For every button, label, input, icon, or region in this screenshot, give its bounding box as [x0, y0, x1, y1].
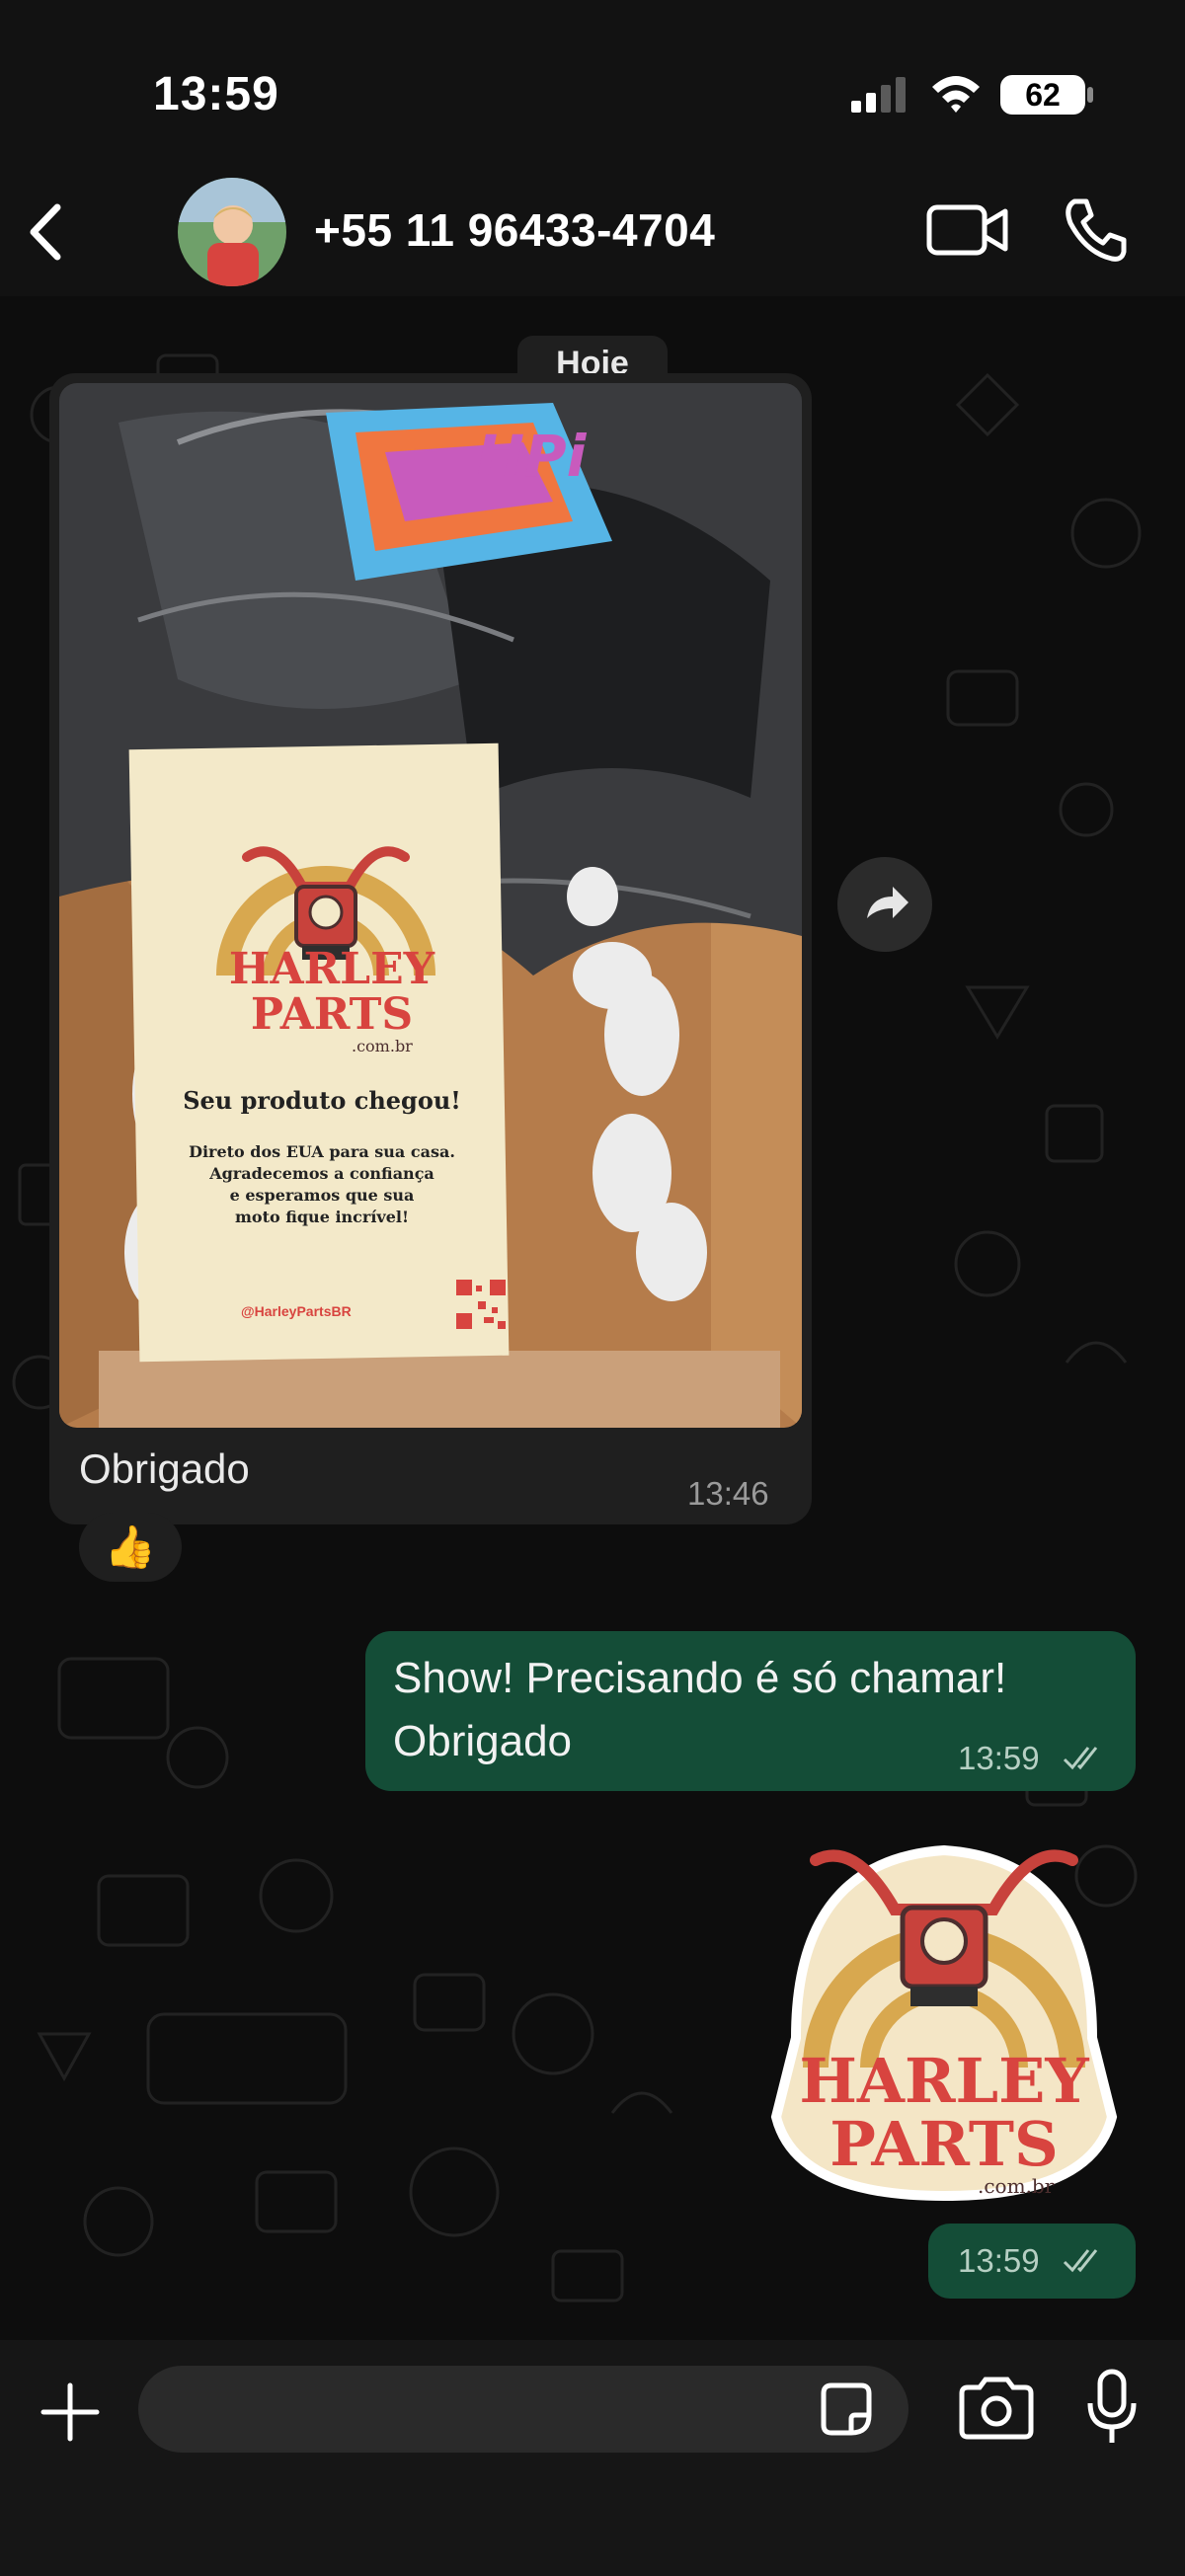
flyer-body-line4: moto fique incrível! — [235, 1208, 409, 1226]
flyer-brand-line1: HARLEY — [228, 944, 435, 994]
qr-code-icon — [454, 1278, 508, 1331]
flyer-body: Direto dos EUA para sua casa. Agradecemo… — [154, 1141, 490, 1228]
plus-icon[interactable] — [38, 2380, 103, 2445]
flyer-handle: @HarleyPartsBR — [241, 1303, 352, 1319]
double-check-icon — [1063, 1747, 1098, 1770]
sticker-brand-line1: HARLEY — [799, 2045, 1089, 2117]
camera-icon[interactable] — [958, 2374, 1035, 2441]
outgoing-message-line1: Show! Precisando é só chamar! — [393, 1654, 1007, 1702]
flyer-body-line2: Agradecemos a confiança — [209, 1164, 434, 1183]
flyer-brand-line2: PARTS — [250, 989, 414, 1040]
sticker-brand-domain: .com.br — [978, 2174, 1055, 2198]
contact-name[interactable]: +55 11 96433-4704 — [314, 203, 715, 257]
wifi-icon — [932, 76, 980, 113]
flyer-body-line3: e esperamos que sua — [229, 1186, 415, 1205]
video-camera-icon[interactable] — [926, 199, 1009, 261]
message-caption: Obrigado — [79, 1445, 250, 1492]
flyer-headline: Seu produto chegou! — [183, 1086, 461, 1115]
battery-level: 62 — [1025, 77, 1061, 113]
status-time: 13:59 — [153, 68, 279, 120]
sticker-icon[interactable] — [816, 2380, 877, 2441]
flyer-body-line1: Direto dos EUA para sua casa. — [189, 1142, 455, 1161]
microphone-icon[interactable] — [1082, 2368, 1142, 2447]
phone-icon[interactable] — [1061, 195, 1130, 265]
double-check-icon — [1063, 2249, 1098, 2273]
outgoing-sticker[interactable]: HARLEY PARTS .com.br — [756, 1821, 1132, 2204]
avatar[interactable] — [178, 178, 286, 286]
forward-button[interactable] — [837, 857, 932, 952]
hpi-sticker-text: HPi — [476, 423, 587, 490]
message-timestamp: 13:46 — [687, 1475, 769, 1512]
flyer-brand-domain: .com.br — [352, 1037, 413, 1055]
message-input[interactable] — [138, 2366, 908, 2453]
signal-icon — [851, 77, 906, 113]
battery-indicator: 62 — [999, 73, 1094, 117]
reaction-badge[interactable]: 👍 — [79, 1513, 182, 1582]
sticker-brand-line2: PARTS — [830, 2108, 1059, 2180]
message-timestamp: 13:59 — [958, 2242, 1040, 2279]
forward-icon — [867, 887, 908, 918]
chevron-left-icon[interactable] — [22, 197, 71, 267]
message-timestamp: 13:59 — [958, 1740, 1040, 1776]
message-photo[interactable]: HARLEY PARTS .com.br Seu produto chegou!… — [59, 383, 802, 1428]
